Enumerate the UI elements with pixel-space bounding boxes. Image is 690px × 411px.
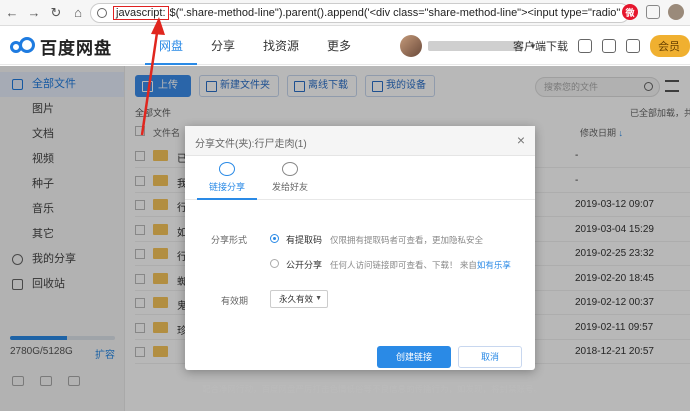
create-link-button[interactable]: 创建链接 bbox=[377, 346, 451, 368]
friends-icon bbox=[282, 162, 298, 176]
share-dialog: 分享文件(夹):行尸走肉(1) × 链接分享 发给好友 分享形式 有提取码 仅限… bbox=[185, 126, 535, 370]
option-public-desc-from: 来自 bbox=[459, 260, 477, 270]
cancel-button[interactable]: 取消 bbox=[458, 346, 522, 368]
option-with-code-desc: 仅限拥有提取码者可查看，更加隐私安全 bbox=[330, 235, 484, 245]
link-icon bbox=[219, 162, 235, 176]
footnote: 配合净网行动，百度网盘严厉打击色情低俗等不良信息的传播行为，如发现，将封禁账号。 bbox=[202, 384, 543, 394]
nav-more[interactable]: 更多 bbox=[313, 27, 365, 65]
tab-link-share-label: 链接分享 bbox=[208, 182, 245, 192]
top-nav: 网盘 分享 找资源 更多 bbox=[145, 27, 365, 65]
option-with-code-label[interactable]: 有提取码 bbox=[286, 233, 322, 246]
validity-label: 有效期 bbox=[221, 296, 249, 306]
app-header: 百度网盘 网盘 分享 找资源 更多 ▼ 客户端下载 会员 bbox=[0, 27, 690, 65]
site-info-icon[interactable] bbox=[97, 8, 107, 18]
tab-send-friend[interactable]: 发给好友 bbox=[260, 156, 320, 200]
home-icon[interactable]: ⌂ bbox=[68, 3, 88, 23]
weibo-icon[interactable]: 微 bbox=[622, 4, 638, 20]
address-bar[interactable]: javascript: $(".share-method-line").pare… bbox=[90, 3, 630, 23]
nav-share[interactable]: 分享 bbox=[197, 27, 249, 65]
close-icon[interactable]: × bbox=[517, 132, 525, 148]
radio-public[interactable] bbox=[270, 259, 279, 268]
logo[interactable]: 百度网盘 bbox=[10, 34, 112, 59]
option-public-desc-text: 任何人访问链接即可查看、下载！ bbox=[330, 260, 458, 270]
vip-button[interactable]: 会员 bbox=[650, 35, 690, 57]
share-form-label: 分享形式 bbox=[211, 235, 248, 245]
avatar[interactable] bbox=[400, 35, 422, 57]
dialog-header: 分享文件(夹):行尸走肉(1) × bbox=[185, 126, 535, 156]
nav-find-resource[interactable]: 找资源 bbox=[249, 27, 313, 65]
share-tabs: 链接分享 发给好友 bbox=[185, 156, 535, 200]
extension-icon[interactable] bbox=[646, 5, 660, 19]
tab-link-share[interactable]: 链接分享 bbox=[197, 156, 257, 200]
tshirt-icon[interactable] bbox=[626, 39, 640, 53]
address-javascript-prefix: javascript: bbox=[113, 6, 169, 20]
username-redacted bbox=[428, 41, 523, 51]
logo-text: 百度网盘 bbox=[40, 39, 112, 58]
forward-icon[interactable]: → bbox=[24, 3, 44, 23]
bell-icon[interactable] bbox=[578, 39, 592, 53]
rushare-link[interactable]: 如有乐享 bbox=[477, 260, 511, 270]
address-text: $(".share-method-line").parent().append(… bbox=[169, 7, 630, 19]
reload-icon[interactable]: ↻ bbox=[46, 3, 66, 23]
option-public-desc: 任何人访问链接即可查看、下载！ 来自如有乐享 bbox=[330, 259, 511, 271]
browser-toolbar: ← → ↻ ⌂ javascript: $(".share-method-lin… bbox=[0, 0, 690, 26]
chevron-down-icon: ▼ bbox=[315, 295, 322, 302]
validity-select[interactable]: 永久有效 ▼ bbox=[270, 290, 328, 308]
cloud-logo-icon bbox=[10, 36, 36, 57]
option-public-label[interactable]: 公开分享 bbox=[286, 258, 322, 271]
nav-netdisk[interactable]: 网盘 bbox=[145, 27, 198, 65]
dialog-title: 分享文件(夹):行尸走肉(1) bbox=[195, 139, 307, 150]
client-download-link[interactable]: 客户端下载 bbox=[513, 38, 568, 54]
clipboard-icon[interactable] bbox=[602, 39, 616, 53]
back-icon[interactable]: ← bbox=[2, 3, 22, 23]
validity-value: 永久有效 bbox=[279, 294, 314, 304]
radio-with-code[interactable] bbox=[270, 234, 279, 243]
browser-profile-icon[interactable] bbox=[668, 4, 684, 20]
tab-send-friend-label: 发给好友 bbox=[271, 182, 308, 192]
